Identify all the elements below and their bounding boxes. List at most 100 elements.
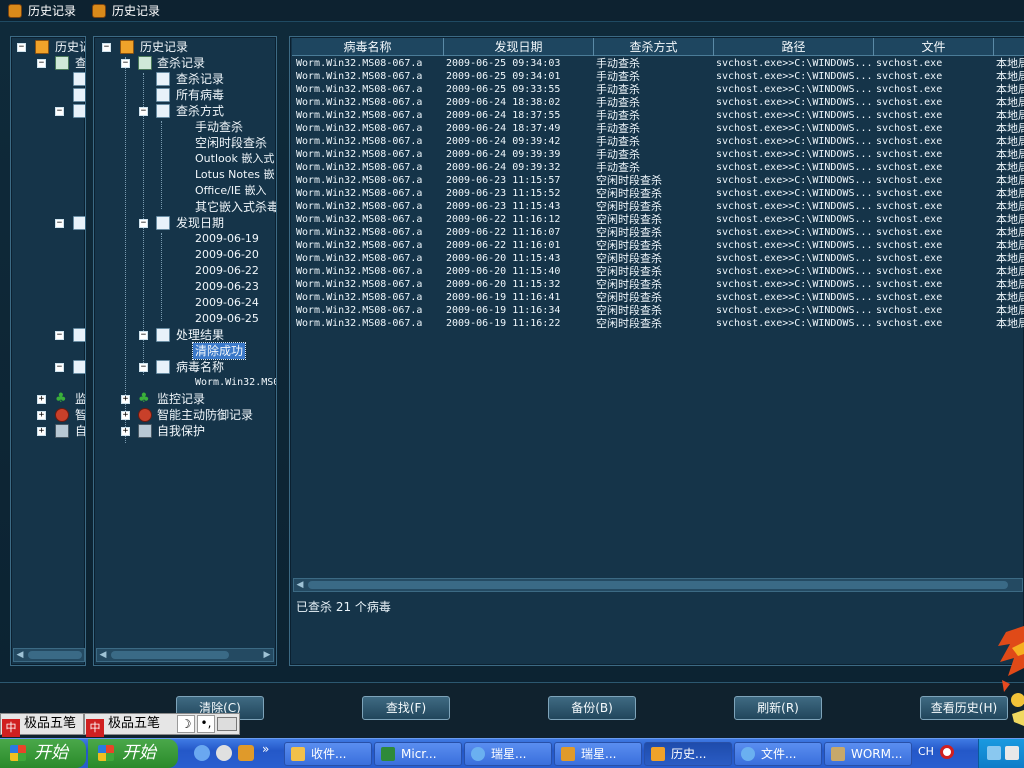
table-row[interactable]: Worm.Win32.MS08-067.a 2009-06-24 18:37:49… xyxy=(292,122,1024,135)
column-header-date[interactable]: 发现日期 xyxy=(444,38,594,56)
column-header-extra[interactable] xyxy=(994,38,1024,56)
taskbar-item[interactable]: 瑞星... xyxy=(554,742,642,766)
table-cell: Worm.Win32.MS08-067.a xyxy=(296,227,423,238)
collapse-toggle[interactable]: − xyxy=(139,107,148,116)
method-label: Lotus Notes 嵌 xyxy=(195,168,275,181)
table-row[interactable]: Worm.Win32.MS08-067.a 2009-06-22 11:16:01… xyxy=(292,239,1024,252)
expand-toggle[interactable]: + xyxy=(121,411,130,420)
column-header-path[interactable]: 路径 xyxy=(714,38,874,56)
collapse-toggle[interactable]: − xyxy=(55,363,64,372)
table-cell: svchost.exe xyxy=(876,227,943,238)
collapse-toggle[interactable]: − xyxy=(139,363,148,372)
scroll-thumb[interactable] xyxy=(28,651,82,659)
table-row[interactable]: Worm.Win32.MS08-067.a 2009-06-24 09:39:32… xyxy=(292,161,1024,174)
table-cell: 2009-06-22 11:16:07 xyxy=(446,227,561,238)
media-player-icon[interactable] xyxy=(216,745,232,761)
table-row[interactable]: Worm.Win32.MS08-067.a 2009-06-23 11:15:43… xyxy=(292,200,1024,213)
back-horizontal-scrollbar[interactable]: ◀ xyxy=(13,648,85,662)
scroll-left-icon[interactable]: ◀ xyxy=(15,650,25,660)
table-row[interactable]: Worm.Win32.MS08-067.a 2009-06-24 09:39:39… xyxy=(292,148,1024,161)
expand-toggle[interactable]: + xyxy=(37,427,46,436)
soft-keyboard-icon[interactable] xyxy=(217,717,237,731)
table-row[interactable]: Worm.Win32.MS08-067.a 2009-06-19 11:16:34… xyxy=(292,304,1024,317)
collapse-toggle[interactable]: − xyxy=(37,59,46,68)
ie-quicklaunch-icon[interactable] xyxy=(194,745,210,761)
table-row[interactable]: Worm.Win32.MS08-067.a 2009-06-23 11:15:57… xyxy=(292,174,1024,187)
taskbar-item[interactable]: 文件... xyxy=(734,742,822,766)
taskbar-item[interactable]: 收件... xyxy=(284,742,372,766)
table-cell: Worm.Win32.MS08-067.a xyxy=(296,58,423,69)
scroll-thumb[interactable] xyxy=(111,651,229,659)
quicklaunch-more-icon[interactable]: » xyxy=(262,742,269,756)
refresh-button[interactable]: 刷新(R) xyxy=(734,696,822,720)
expand-toggle[interactable]: + xyxy=(121,427,130,436)
scroll-left-icon[interactable]: ◀ xyxy=(295,580,305,590)
table-row[interactable]: Worm.Win32.MS08-067.a 2009-06-24 18:38:02… xyxy=(292,96,1024,109)
table-row[interactable]: Worm.Win32.MS08-067.a 2009-06-19 11:16:22… xyxy=(292,317,1024,330)
table-row[interactable]: Worm.Win32.MS08-067.a 2009-06-20 11:15:43… xyxy=(292,252,1024,265)
table-cell: 2009-06-23 11:15:57 xyxy=(446,175,561,186)
tray-app-icon[interactable] xyxy=(1005,746,1019,760)
ime-bar-2[interactable]: 中极品五笔 ☽ •, xyxy=(84,713,240,737)
collapse-toggle[interactable]: − xyxy=(55,107,64,116)
find-button[interactable]: 查找(F) xyxy=(362,696,450,720)
collapse-toggle[interactable]: − xyxy=(139,331,148,340)
half-width-moon-icon[interactable]: ☽ xyxy=(177,715,195,733)
taskbar-item[interactable]: Micr... xyxy=(374,742,462,766)
expand-toggle[interactable]: + xyxy=(37,411,46,420)
input-indicator-icon[interactable] xyxy=(940,745,954,759)
collapse-toggle[interactable]: − xyxy=(139,219,148,228)
table-row[interactable]: Worm.Win32.MS08-067.a 2009-06-24 18:37:55… xyxy=(292,109,1024,122)
table-row[interactable]: Worm.Win32.MS08-067.a 2009-06-24 09:39:42… xyxy=(292,135,1024,148)
collapse-toggle[interactable]: − xyxy=(121,59,130,68)
rising-quicklaunch-icon[interactable] xyxy=(238,745,254,761)
table-cell: Worm.Win32.MS08-067.a xyxy=(296,266,423,277)
table-cell: 2009-06-24 18:37:49 xyxy=(446,123,561,134)
collapse-toggle[interactable]: − xyxy=(55,219,64,228)
ime-mode-icon[interactable]: 中 xyxy=(2,719,20,737)
records-horizontal-scrollbar[interactable]: ◀ xyxy=(293,578,1023,592)
table-row[interactable]: Worm.Win32.MS08-067.a 2009-06-25 09:34:01… xyxy=(292,70,1024,83)
expand-toggle[interactable]: + xyxy=(121,395,130,404)
table-row[interactable]: Worm.Win32.MS08-067.a 2009-06-25 09:33:55… xyxy=(292,83,1024,96)
view-history-button[interactable]: 查看历史(H) xyxy=(920,696,1008,720)
records-table: 病毒名称 发现日期 查杀方式 路径 文件 Worm.Win32.MS08-067… xyxy=(292,38,1024,578)
table-row[interactable]: Worm.Win32.MS08-067.a 2009-06-25 09:34:03… xyxy=(292,57,1024,70)
tree-horizontal-scrollbar[interactable]: ◀ ▶ xyxy=(96,648,274,662)
tree-result-label: 处理结果 xyxy=(176,328,225,342)
column-header-method[interactable]: 查杀方式 xyxy=(594,38,714,56)
collapse-toggle[interactable]: − xyxy=(102,43,111,52)
table-row[interactable]: Worm.Win32.MS08-067.a 2009-06-20 11:15:32… xyxy=(292,278,1024,291)
start-button[interactable]: 开始 xyxy=(0,739,86,768)
table-row[interactable]: Worm.Win32.MS08-067.a 2009-06-19 11:16:41… xyxy=(292,291,1024,304)
table-row[interactable]: Worm.Win32.MS08-067.a 2009-06-22 11:16:12… xyxy=(292,213,1024,226)
document-icon xyxy=(156,104,170,118)
ime-mode-icon[interactable]: 中 xyxy=(86,719,104,737)
table-cell: 本地局 xyxy=(996,161,1024,174)
column-header-virus-name[interactable]: 病毒名称 xyxy=(292,38,444,56)
start-button-2[interactable]: 开始 xyxy=(88,739,178,768)
network-icon[interactable] xyxy=(987,746,1001,760)
taskbar-item[interactable]: 瑞星... xyxy=(464,742,552,766)
table-cell: svchost.exe xyxy=(876,71,943,82)
table-cell: Worm.Win32.MS08-067.a xyxy=(296,110,423,121)
collapse-toggle[interactable]: − xyxy=(17,43,26,52)
expand-toggle[interactable]: + xyxy=(37,395,46,404)
language-indicator[interactable]: CH xyxy=(918,745,934,758)
collapse-toggle[interactable]: − xyxy=(55,331,64,340)
scroll-right-icon[interactable]: ▶ xyxy=(262,650,272,660)
ime-bar-1[interactable]: 中极品五笔 xyxy=(0,713,84,737)
taskbar-item-active[interactable]: 历史... xyxy=(644,742,732,766)
scroll-left-icon[interactable]: ◀ xyxy=(98,650,108,660)
table-row[interactable]: Worm.Win32.MS08-067.a 2009-06-23 11:15:52… xyxy=(292,187,1024,200)
backup-button[interactable]: 备份(B) xyxy=(548,696,636,720)
date-label: 2009-06-19 xyxy=(195,232,259,245)
table-cell: svchost.exe xyxy=(876,305,943,316)
column-header-file[interactable]: 文件 xyxy=(874,38,994,56)
table-row[interactable]: Worm.Win32.MS08-067.a 2009-06-20 11:15:40… xyxy=(292,265,1024,278)
punctuation-icon[interactable]: •, xyxy=(197,715,215,733)
tree-all-viruses-label: 所有病毒 xyxy=(176,88,225,102)
table-row[interactable]: Worm.Win32.MS08-067.a 2009-06-22 11:16:07… xyxy=(292,226,1024,239)
taskbar-item[interactable]: WORM... xyxy=(824,742,912,766)
scroll-thumb[interactable] xyxy=(308,581,1008,589)
